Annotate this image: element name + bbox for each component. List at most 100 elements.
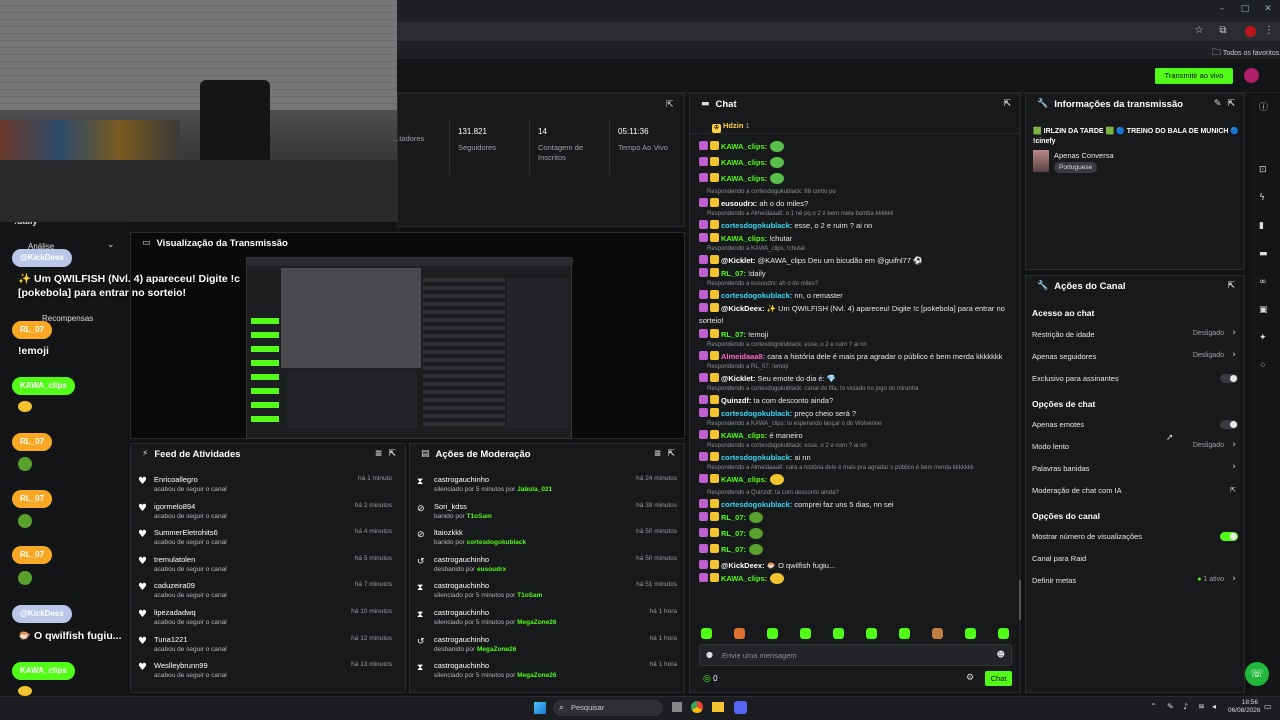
chat-username[interactable]: KAWA_clips (721, 475, 765, 484)
chat-message[interactable]: cortesdogokublack: ai nn (699, 452, 1019, 463)
show-viewers-toggle[interactable] (1220, 532, 1238, 541)
lightning-icon[interactable]: ϟ (1259, 193, 1265, 203)
moderated-user[interactable]: castrogauchinho (434, 608, 489, 617)
stream-preview[interactable] (246, 257, 573, 439)
chat-username[interactable]: cortesdogokublack (721, 409, 790, 418)
chat-username[interactable]: cortesdogokublack (721, 500, 790, 509)
chat-username[interactable]: KAWA_clips (721, 431, 765, 440)
feed-user[interactable]: Weslleybrunn99 (154, 661, 208, 670)
moderated-user[interactable]: castrogauchinho (434, 475, 489, 484)
moderated-user[interactable]: castrogauchinho (434, 581, 489, 590)
channel-points[interactable]: ◎ 0 (703, 674, 718, 684)
chat-scrollbar[interactable] (1019, 580, 1021, 620)
feed-user[interactable]: tremulatolen (154, 555, 195, 564)
goals-row[interactable]: Definir metas ● 1 ativo › (1032, 571, 1238, 591)
chat-message[interactable]: KAWA_clips: !chutar (699, 233, 1019, 244)
chat-message[interactable]: RL_07: (699, 528, 1019, 539)
maximize-icon[interactable]: □ (1238, 4, 1252, 16)
info-icon[interactable]: ⓘ (1259, 100, 1268, 113)
moderated-user[interactable]: Sori_kdss (434, 502, 467, 511)
chat-username[interactable]: @KickDeex (721, 561, 762, 570)
moderator-name[interactable]: cortesdogokublack (467, 539, 527, 546)
chat-username[interactable]: Almeidaaa8 (721, 352, 763, 361)
chat-message[interactable]: cortesdogokublack: nn, o remaster (699, 290, 1019, 301)
windows-start-icon[interactable] (534, 702, 546, 714)
chat-username[interactable]: @Kicklet (721, 256, 753, 265)
quick-emote-icon[interactable] (701, 628, 712, 639)
chat-message[interactable]: KAWA_clips: (699, 474, 1019, 485)
chat-username[interactable]: KAWA_clips (721, 174, 765, 183)
moderated-user[interactable]: ltaiozkkk (434, 528, 463, 537)
quick-emote-icon[interactable] (899, 628, 910, 639)
go-live-button[interactable]: Transmitir ao vivo (1155, 68, 1233, 84)
chat-message[interactable]: Almeidaaa8: cara a história dele é mais … (699, 351, 1019, 362)
menu-icon[interactable]: ⋮ (1262, 24, 1276, 38)
feed-user[interactable]: caduzeira09 (154, 581, 195, 590)
mic-icon[interactable]: ♪ (1183, 702, 1188, 711)
emoji-icon[interactable]: ☻ (997, 650, 1005, 659)
chat-message[interactable]: RL_07: (699, 544, 1019, 555)
moderator-name[interactable]: Jabula_021 (517, 486, 552, 493)
chat-username[interactable]: RL_07 (721, 545, 744, 554)
chat-username[interactable]: RL_07 (721, 513, 744, 522)
chat-message[interactable]: RL_07: (699, 512, 1019, 523)
chat-username[interactable]: KAWA_clips (721, 158, 765, 167)
chat-username[interactable]: RL_07 (721, 529, 744, 538)
chat-message[interactable]: RL_07: !daily (699, 268, 1019, 279)
raid-channel-row[interactable]: Canal para Raid (1032, 549, 1238, 569)
moderator-name[interactable]: MegaZone26 (477, 646, 516, 653)
profile-avatar[interactable] (1245, 26, 1256, 37)
chat-message[interactable]: Quinzdf: ta com desconto ainda? (699, 395, 1019, 406)
subs-only-toggle[interactable] (1220, 374, 1238, 383)
save-icon[interactable]: ▣ (1259, 305, 1268, 315)
nodes-icon[interactable]: ⁘ (1259, 361, 1267, 371)
emotes-only-toggle[interactable] (1220, 420, 1238, 429)
camera-icon[interactable]: ⊡ (1259, 165, 1267, 175)
send-chat-button[interactable]: Chat (985, 671, 1012, 686)
chat-message[interactable]: cortesdogokublack: comprei faz uns 5 dia… (699, 499, 1019, 510)
filter-icon[interactable]: ≡ (654, 449, 662, 459)
expand-icon[interactable]: ⇱ (388, 449, 396, 459)
chat-message[interactable]: RL_07: !emoji (699, 329, 1019, 340)
quick-emote-icon[interactable] (965, 628, 976, 639)
chat-message[interactable]: @Kicklet: @KAWA_clips Deu um bicudão em … (699, 255, 1019, 266)
expand-icon[interactable]: ⇱ (666, 100, 674, 110)
moderator-name[interactable]: MegaZone26 (517, 672, 556, 679)
quick-emote-icon[interactable] (800, 628, 811, 639)
link-icon[interactable]: ∞ (1259, 277, 1267, 287)
expand-icon[interactable]: ⇱ (1227, 99, 1235, 109)
tray-chevron-icon[interactable]: ⌃ (1150, 702, 1157, 711)
task-view-icon[interactable] (672, 702, 682, 712)
age-restriction-row[interactable]: Restrição de idade Desligado › (1032, 325, 1238, 345)
moderated-user[interactable]: castrogauchinho (434, 635, 489, 644)
slow-mode-row[interactable]: Modo lento Desligado › (1032, 437, 1238, 457)
expand-icon[interactable]: ⇱ (667, 449, 675, 459)
chat-username[interactable]: RL_07 (721, 269, 744, 278)
chat-message[interactable]: @KickDeex: 🐡 O qwilfish fugiu... (699, 560, 1019, 571)
chat-icon[interactable]: ▬ (1259, 249, 1268, 259)
taskbar-search[interactable]: ⌕ Pesquisar (553, 700, 663, 716)
quick-emote-icon[interactable] (734, 628, 745, 639)
expand-icon[interactable]: ⇱ (1003, 99, 1011, 109)
pen-icon[interactable]: ✎ (1167, 702, 1174, 711)
quick-emote-icon[interactable] (866, 628, 877, 639)
moderated-user[interactable]: castrogauchinho (434, 555, 489, 564)
chat-message[interactable]: cortesdogokublack: preço cheio será ? (699, 408, 1019, 419)
feed-user[interactable]: igormelo894 (154, 502, 195, 511)
moderated-user[interactable]: castrogauchinho (434, 661, 489, 670)
chat-message[interactable]: KAWA_clips: (699, 141, 1019, 152)
settings-gear-icon[interactable]: ⚙ (966, 673, 974, 683)
feed-user[interactable]: Tuna1221 (154, 635, 188, 644)
file-explorer-icon[interactable] (712, 702, 724, 712)
expand-icon[interactable]: ⇱ (1227, 281, 1235, 291)
extensions-icon[interactable]: ⧉ (1216, 24, 1230, 38)
user-avatar[interactable] (1244, 68, 1259, 83)
discord-icon[interactable] (734, 701, 747, 714)
chat-username[interactable]: KAWA_clips (721, 234, 765, 243)
wifi-icon[interactable]: ≋ (1198, 702, 1205, 711)
feed-user[interactable]: lipezadadwq (154, 608, 196, 617)
moderator-name[interactable]: eusoudrx (477, 566, 506, 573)
tools-icon[interactable]: ✦ (1259, 333, 1267, 343)
followers-only-row[interactable]: Apenas seguidores Desligado › (1032, 347, 1238, 367)
chat-message[interactable]: @KickDeex: ✨ Um QWILFISH (Nvl. 4) aparec… (699, 303, 1019, 314)
